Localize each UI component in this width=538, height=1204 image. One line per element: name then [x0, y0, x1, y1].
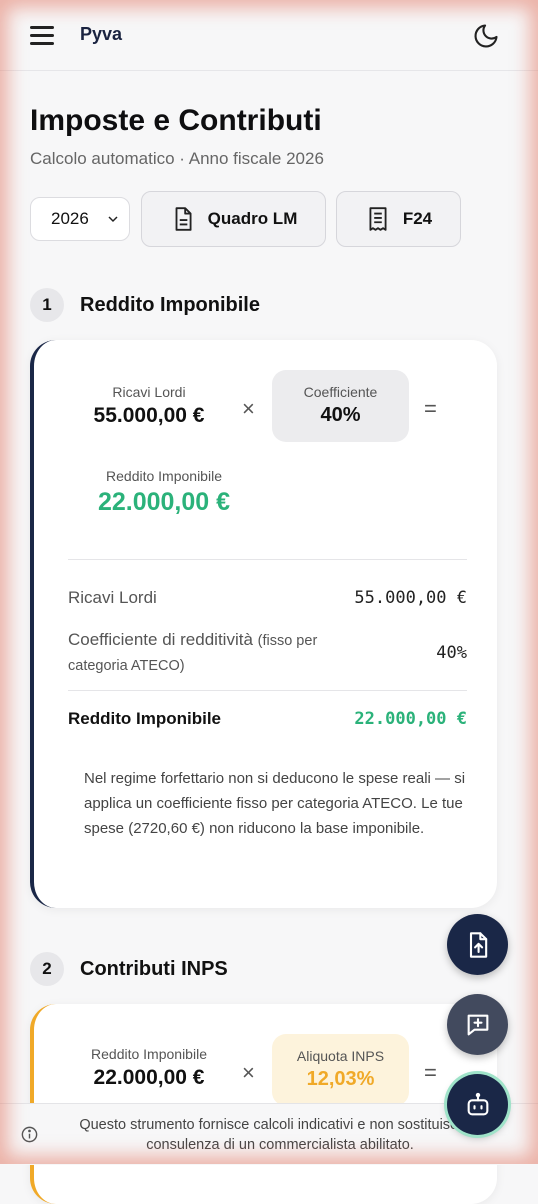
- assistant-button[interactable]: [447, 1074, 508, 1135]
- moon-icon[interactable]: [472, 22, 500, 50]
- add-comment-icon: [467, 1014, 488, 1035]
- new-message-button[interactable]: [447, 994, 508, 1055]
- coefficient-chip: Coefficiente 40%: [272, 370, 409, 442]
- section-header-reddito: 1 Reddito Imponibile: [30, 288, 260, 322]
- row-coefficiente: Coefficiente di redditività (fisso per c…: [68, 630, 467, 674]
- formula-result: Reddito Imponibile 22.000,00 €: [97, 468, 231, 516]
- f24-button[interactable]: F24: [336, 191, 461, 247]
- formula-reddito: Reddito Imponibile 22.000,00 €: [91, 1046, 207, 1089]
- year-select[interactable]: 2026: [30, 197, 130, 241]
- reddito-card: Ricavi Lordi 55.000,00 € × Coefficiente …: [30, 340, 497, 908]
- disclaimer-text: Questo strumento fornisce calcoli indica…: [79, 1116, 481, 1153]
- section-title: Contributi INPS: [80, 957, 228, 980]
- page-title: Imposte e Contributi: [30, 104, 322, 137]
- app-logo[interactable]: Pyva: [80, 24, 122, 45]
- aliquota-chip: Aliquota INPS 12,03%: [272, 1034, 409, 1106]
- times-operator: ×: [242, 1060, 255, 1085]
- section-header-inps: 2 Contributi INPS: [30, 952, 228, 986]
- section-title: Reddito Imponibile: [80, 293, 260, 316]
- upload-file-icon: [469, 931, 487, 958]
- section-number: 1: [30, 288, 64, 322]
- equals-operator: =: [424, 396, 437, 421]
- receipt-icon: [369, 207, 387, 231]
- chevron-down-icon: [108, 216, 118, 223]
- section-number: 2: [30, 952, 64, 986]
- row-total: Reddito Imponibile 22.000,00 €: [68, 709, 467, 729]
- info-icon: [21, 1126, 38, 1143]
- upload-document-button[interactable]: [447, 914, 508, 975]
- document-icon: [175, 207, 192, 231]
- hamburger-icon[interactable]: [30, 24, 54, 46]
- robot-assistant-icon: [467, 1092, 488, 1115]
- divider: [68, 559, 467, 560]
- equals-operator: =: [424, 1060, 437, 1085]
- times-operator: ×: [242, 396, 255, 421]
- row-ricavi: Ricavi Lordi 55.000,00 €: [68, 588, 467, 608]
- quadro-lm-button[interactable]: Quadro LM: [141, 191, 326, 247]
- formula-ricavi: Ricavi Lordi 55.000,00 €: [93, 384, 205, 427]
- top-bar: Pyva: [0, 0, 538, 71]
- info-note: Nel regime forfettario non si deducono l…: [84, 770, 466, 837]
- page-subtitle: Calcolo automatico · Anno fiscale 2026: [30, 149, 324, 168]
- divider: [68, 690, 467, 691]
- year-select-value: 2026: [51, 209, 89, 228]
